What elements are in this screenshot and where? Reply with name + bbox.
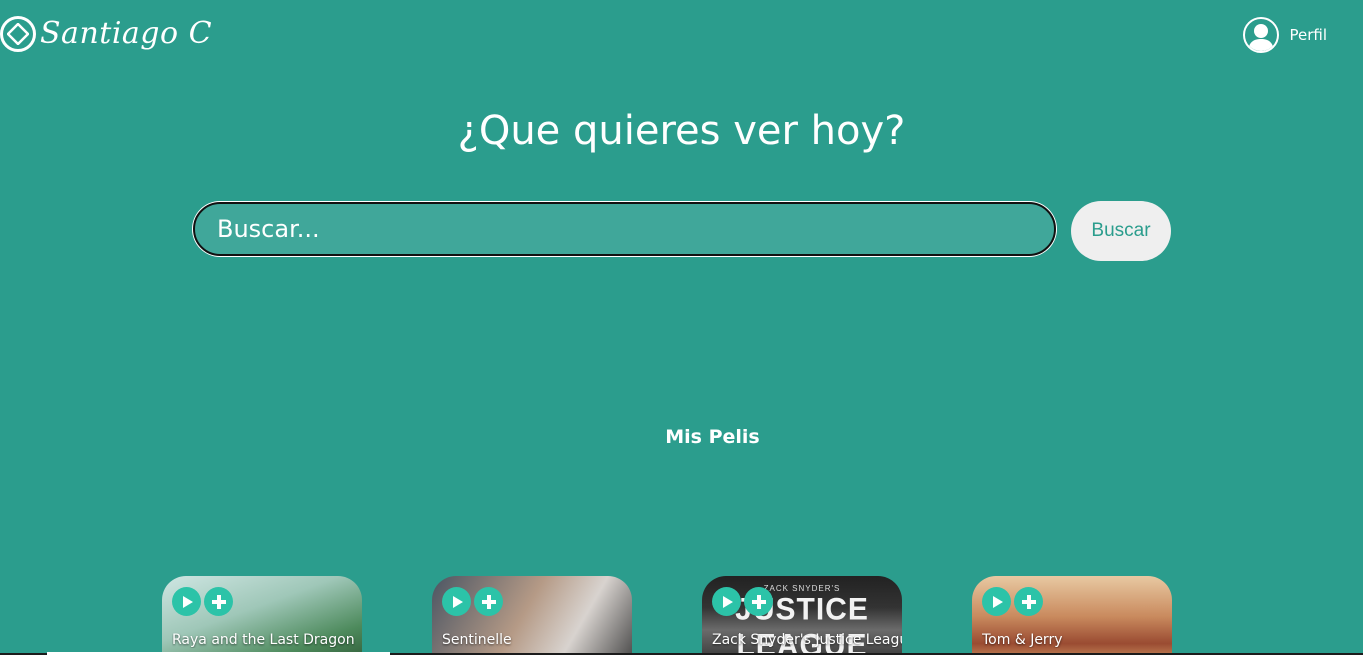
play-icon[interactable] bbox=[982, 587, 1011, 616]
movie-title: Sentinelle bbox=[442, 632, 512, 648]
user-avatar-icon bbox=[1243, 17, 1280, 53]
play-icon[interactable] bbox=[442, 587, 471, 616]
plus-icon[interactable] bbox=[1014, 587, 1043, 616]
page: Santiago C Perfil ¿Que quieres ver hoy? … bbox=[0, 0, 1363, 655]
logo[interactable]: Santiago C bbox=[0, 16, 212, 52]
card-actions bbox=[712, 587, 773, 616]
movie-card[interactable]: ZACK SNYDER'S JUSTICE LEAGUE Zack Snyder… bbox=[702, 576, 902, 655]
card-actions bbox=[982, 587, 1043, 616]
section-title: Mis Pelis bbox=[665, 426, 760, 448]
play-icon[interactable] bbox=[172, 587, 201, 616]
movie-card[interactable]: Tom & Jerry bbox=[972, 576, 1172, 655]
movie-title: Tom & Jerry bbox=[982, 632, 1063, 648]
page-title: ¿Que quieres ver hoy? bbox=[457, 108, 906, 154]
movie-card[interactable]: Raya and the Last Dragon bbox=[162, 576, 362, 655]
card-actions bbox=[172, 587, 233, 616]
plus-icon[interactable] bbox=[204, 587, 233, 616]
play-icon[interactable] bbox=[712, 587, 741, 616]
plus-icon[interactable] bbox=[744, 587, 773, 616]
movie-title: Zack Snyder's Justice League bbox=[712, 632, 902, 648]
movie-card[interactable]: Sentinelle bbox=[432, 576, 632, 655]
profile-label: Perfil bbox=[1289, 26, 1327, 44]
plus-icon[interactable] bbox=[474, 587, 503, 616]
code-diamond-icon bbox=[0, 16, 36, 52]
movie-title: Raya and the Last Dragon bbox=[172, 632, 355, 648]
logo-text: Santiago C bbox=[40, 16, 213, 51]
movie-list: Raya and the Last Dragon Sentinelle ZACK… bbox=[162, 576, 1172, 655]
card-actions bbox=[442, 587, 503, 616]
profile-link[interactable]: Perfil bbox=[1243, 17, 1327, 53]
search-input[interactable] bbox=[193, 202, 1056, 256]
search-button[interactable]: Buscar bbox=[1071, 201, 1171, 261]
